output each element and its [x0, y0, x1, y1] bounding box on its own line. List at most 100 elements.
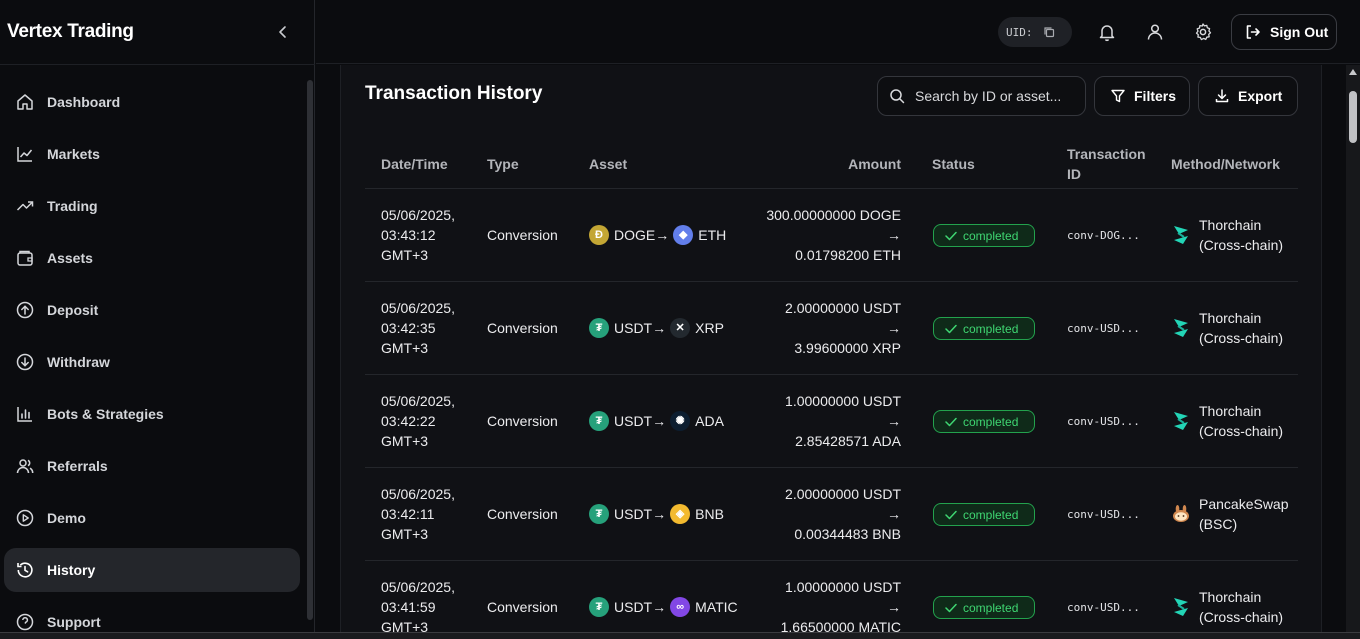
- notifications-button[interactable]: [1095, 20, 1119, 44]
- amount-from: 1.00000000 USDT: [785, 579, 901, 595]
- transaction-method: Thorchain (Cross-chain): [1171, 587, 1309, 627]
- asset-from: USDT: [614, 413, 653, 429]
- table-row[interactable]: 05/06/2025, 03:42:35 GMT+3 Conversion ₮ USD…: [365, 282, 1298, 375]
- page-title: Transaction History: [365, 83, 543, 104]
- column-header-asset[interactable]: Asset: [589, 154, 627, 174]
- transaction-id[interactable]: conv-USD...: [1067, 319, 1140, 339]
- arrow-down-circle-icon: [15, 352, 35, 372]
- column-header-amount[interactable]: Amount: [795, 154, 901, 174]
- app-title: Vertex Trading: [7, 21, 134, 42]
- table-row[interactable]: 05/06/2025, 03:41:59 GMT+3 Conversion ₮ USD…: [365, 561, 1298, 639]
- bnb-coin-icon: ◈: [670, 504, 691, 524]
- sidebar-item-label: Trading: [47, 198, 98, 214]
- settings-button[interactable]: [1191, 20, 1215, 44]
- scroll-up-arrow-icon[interactable]: [1349, 69, 1357, 75]
- status-badge: completed: [933, 224, 1035, 247]
- transaction-type: Conversion: [487, 506, 558, 522]
- transaction-history-panel: Transaction History Filters Export Date/…: [340, 65, 1322, 639]
- column-header-type[interactable]: Type: [487, 154, 519, 174]
- collapse-sidebar-button[interactable]: [272, 20, 294, 44]
- doge-coin-icon: Ð: [589, 225, 609, 245]
- transaction-amount: 1.00000000 USDT → 1.66500000 MATIC: [715, 577, 901, 637]
- transaction-id[interactable]: conv-USD...: [1067, 505, 1140, 525]
- sidebar-item-markets[interactable]: Markets: [4, 132, 300, 176]
- method-label: PancakeSwap (BSC): [1199, 496, 1289, 532]
- transaction-type: Conversion: [487, 227, 558, 243]
- transaction-method: Thorchain (Cross-chain): [1171, 215, 1309, 255]
- status-badge: completed: [933, 596, 1035, 619]
- sidebar-item-referrals[interactable]: Referrals: [4, 444, 300, 488]
- wallet-icon: [15, 248, 35, 268]
- matic-coin-icon: ∞: [670, 597, 691, 617]
- sidebar-item-trading[interactable]: Trading: [4, 184, 300, 228]
- table-header: Date/Time Type Asset Amount Status Trans…: [365, 140, 1298, 189]
- amount-to: 0.00344483 BNB: [794, 526, 901, 542]
- sign-out-label: Sign Out: [1270, 24, 1329, 40]
- sidebar-item-label: Support: [47, 614, 101, 630]
- scrollbar-thumb[interactable]: [1349, 91, 1357, 143]
- filters-button[interactable]: Filters: [1094, 76, 1190, 116]
- sidebar-scrollbar[interactable]: [307, 80, 313, 620]
- ada-coin-icon: ✺: [670, 411, 691, 431]
- transaction-date: 05/06/2025, 03:41:59 GMT+3: [381, 579, 455, 635]
- amount-arrow: →: [887, 227, 901, 243]
- column-header-status[interactable]: Status: [932, 154, 975, 174]
- transaction-type: Conversion: [487, 320, 558, 336]
- users-icon: [15, 456, 35, 476]
- transaction-amount: 1.00000000 USDT → 2.85428571 ADA: [715, 391, 901, 451]
- amount-to: 3.99600000 XRP: [794, 340, 901, 356]
- status-label: completed: [963, 600, 1019, 615]
- transaction-id[interactable]: conv-USD...: [1067, 598, 1140, 618]
- transaction-id[interactable]: conv-DOG...: [1067, 226, 1140, 246]
- sidebar-item-demo[interactable]: Demo: [4, 496, 300, 540]
- amount-to: 0.01798200 ETH: [795, 247, 901, 263]
- trending-up-icon: [15, 196, 35, 216]
- status-badge: completed: [933, 503, 1035, 526]
- thorchain-icon: [1171, 308, 1193, 348]
- top-bar: UID: Sign Out: [316, 0, 1360, 64]
- table-row[interactable]: 05/06/2025, 03:42:22 GMT+3 Conversion ₮ USD…: [365, 375, 1298, 468]
- check-icon: [945, 417, 957, 427]
- search-input[interactable]: [915, 88, 1065, 104]
- sidebar-item-assets[interactable]: Assets: [4, 236, 300, 280]
- user-icon: [1147, 24, 1163, 40]
- arrow-right-icon: →: [652, 506, 667, 522]
- amount-arrow: →: [887, 320, 901, 336]
- status-badge: completed: [933, 317, 1035, 340]
- table-row[interactable]: 05/06/2025, 03:42:11 GMT+3 Conversion ₮ USD…: [365, 468, 1298, 561]
- log-out-icon: [1244, 23, 1262, 41]
- thorchain-icon: [1171, 215, 1193, 255]
- sign-out-button[interactable]: Sign Out: [1231, 14, 1337, 50]
- arrow-right-icon: →: [652, 320, 667, 336]
- asset-from: USDT: [614, 320, 653, 336]
- transaction-id[interactable]: conv-USD...: [1067, 412, 1140, 432]
- search-icon: [889, 88, 905, 104]
- copy-icon[interactable]: [1043, 26, 1055, 38]
- transaction-date: 05/06/2025, 03:42:35 GMT+3: [381, 300, 455, 356]
- transaction-amount: 300.00000000 DOGE → 0.01798200 ETH: [715, 205, 901, 265]
- sidebar-item-label: Referrals: [47, 458, 108, 474]
- page-scrollbar[interactable]: [1346, 65, 1360, 633]
- transaction-date: 05/06/2025, 03:42:11 GMT+3: [381, 486, 455, 542]
- uid-badge[interactable]: UID:: [998, 17, 1072, 47]
- check-icon: [945, 324, 957, 334]
- profile-button[interactable]: [1143, 20, 1167, 44]
- sidebar-item-withdraw[interactable]: Withdraw: [4, 340, 300, 384]
- sidebar-item-dashboard[interactable]: Dashboard: [4, 80, 300, 124]
- search-box[interactable]: [877, 76, 1086, 116]
- sidebar-item-deposit[interactable]: Deposit: [4, 288, 300, 332]
- sidebar-item-label: Deposit: [47, 302, 99, 318]
- xrp-coin-icon: ✕: [670, 318, 691, 338]
- table-row[interactable]: 05/06/2025, 03:43:12 GMT+3 Conversion Ð DOG…: [365, 189, 1298, 282]
- sidebar-item-bots-strategies[interactable]: Bots & Strategies: [4, 392, 300, 436]
- sidebar-item-history[interactable]: History: [4, 548, 300, 592]
- arrow-right-icon: →: [655, 227, 670, 243]
- column-header-method-network[interactable]: Method/Network: [1171, 154, 1280, 174]
- transaction-amount: 2.00000000 USDT → 0.00344483 BNB: [715, 484, 901, 544]
- column-header-transaction-id[interactable]: Transaction ID: [1067, 144, 1147, 184]
- export-button[interactable]: Export: [1198, 76, 1298, 116]
- bell-icon: [1099, 25, 1115, 42]
- amount-to: 2.85428571 ADA: [795, 433, 901, 449]
- column-header-datetime[interactable]: Date/Time: [381, 154, 448, 174]
- history-icon: [15, 560, 35, 580]
